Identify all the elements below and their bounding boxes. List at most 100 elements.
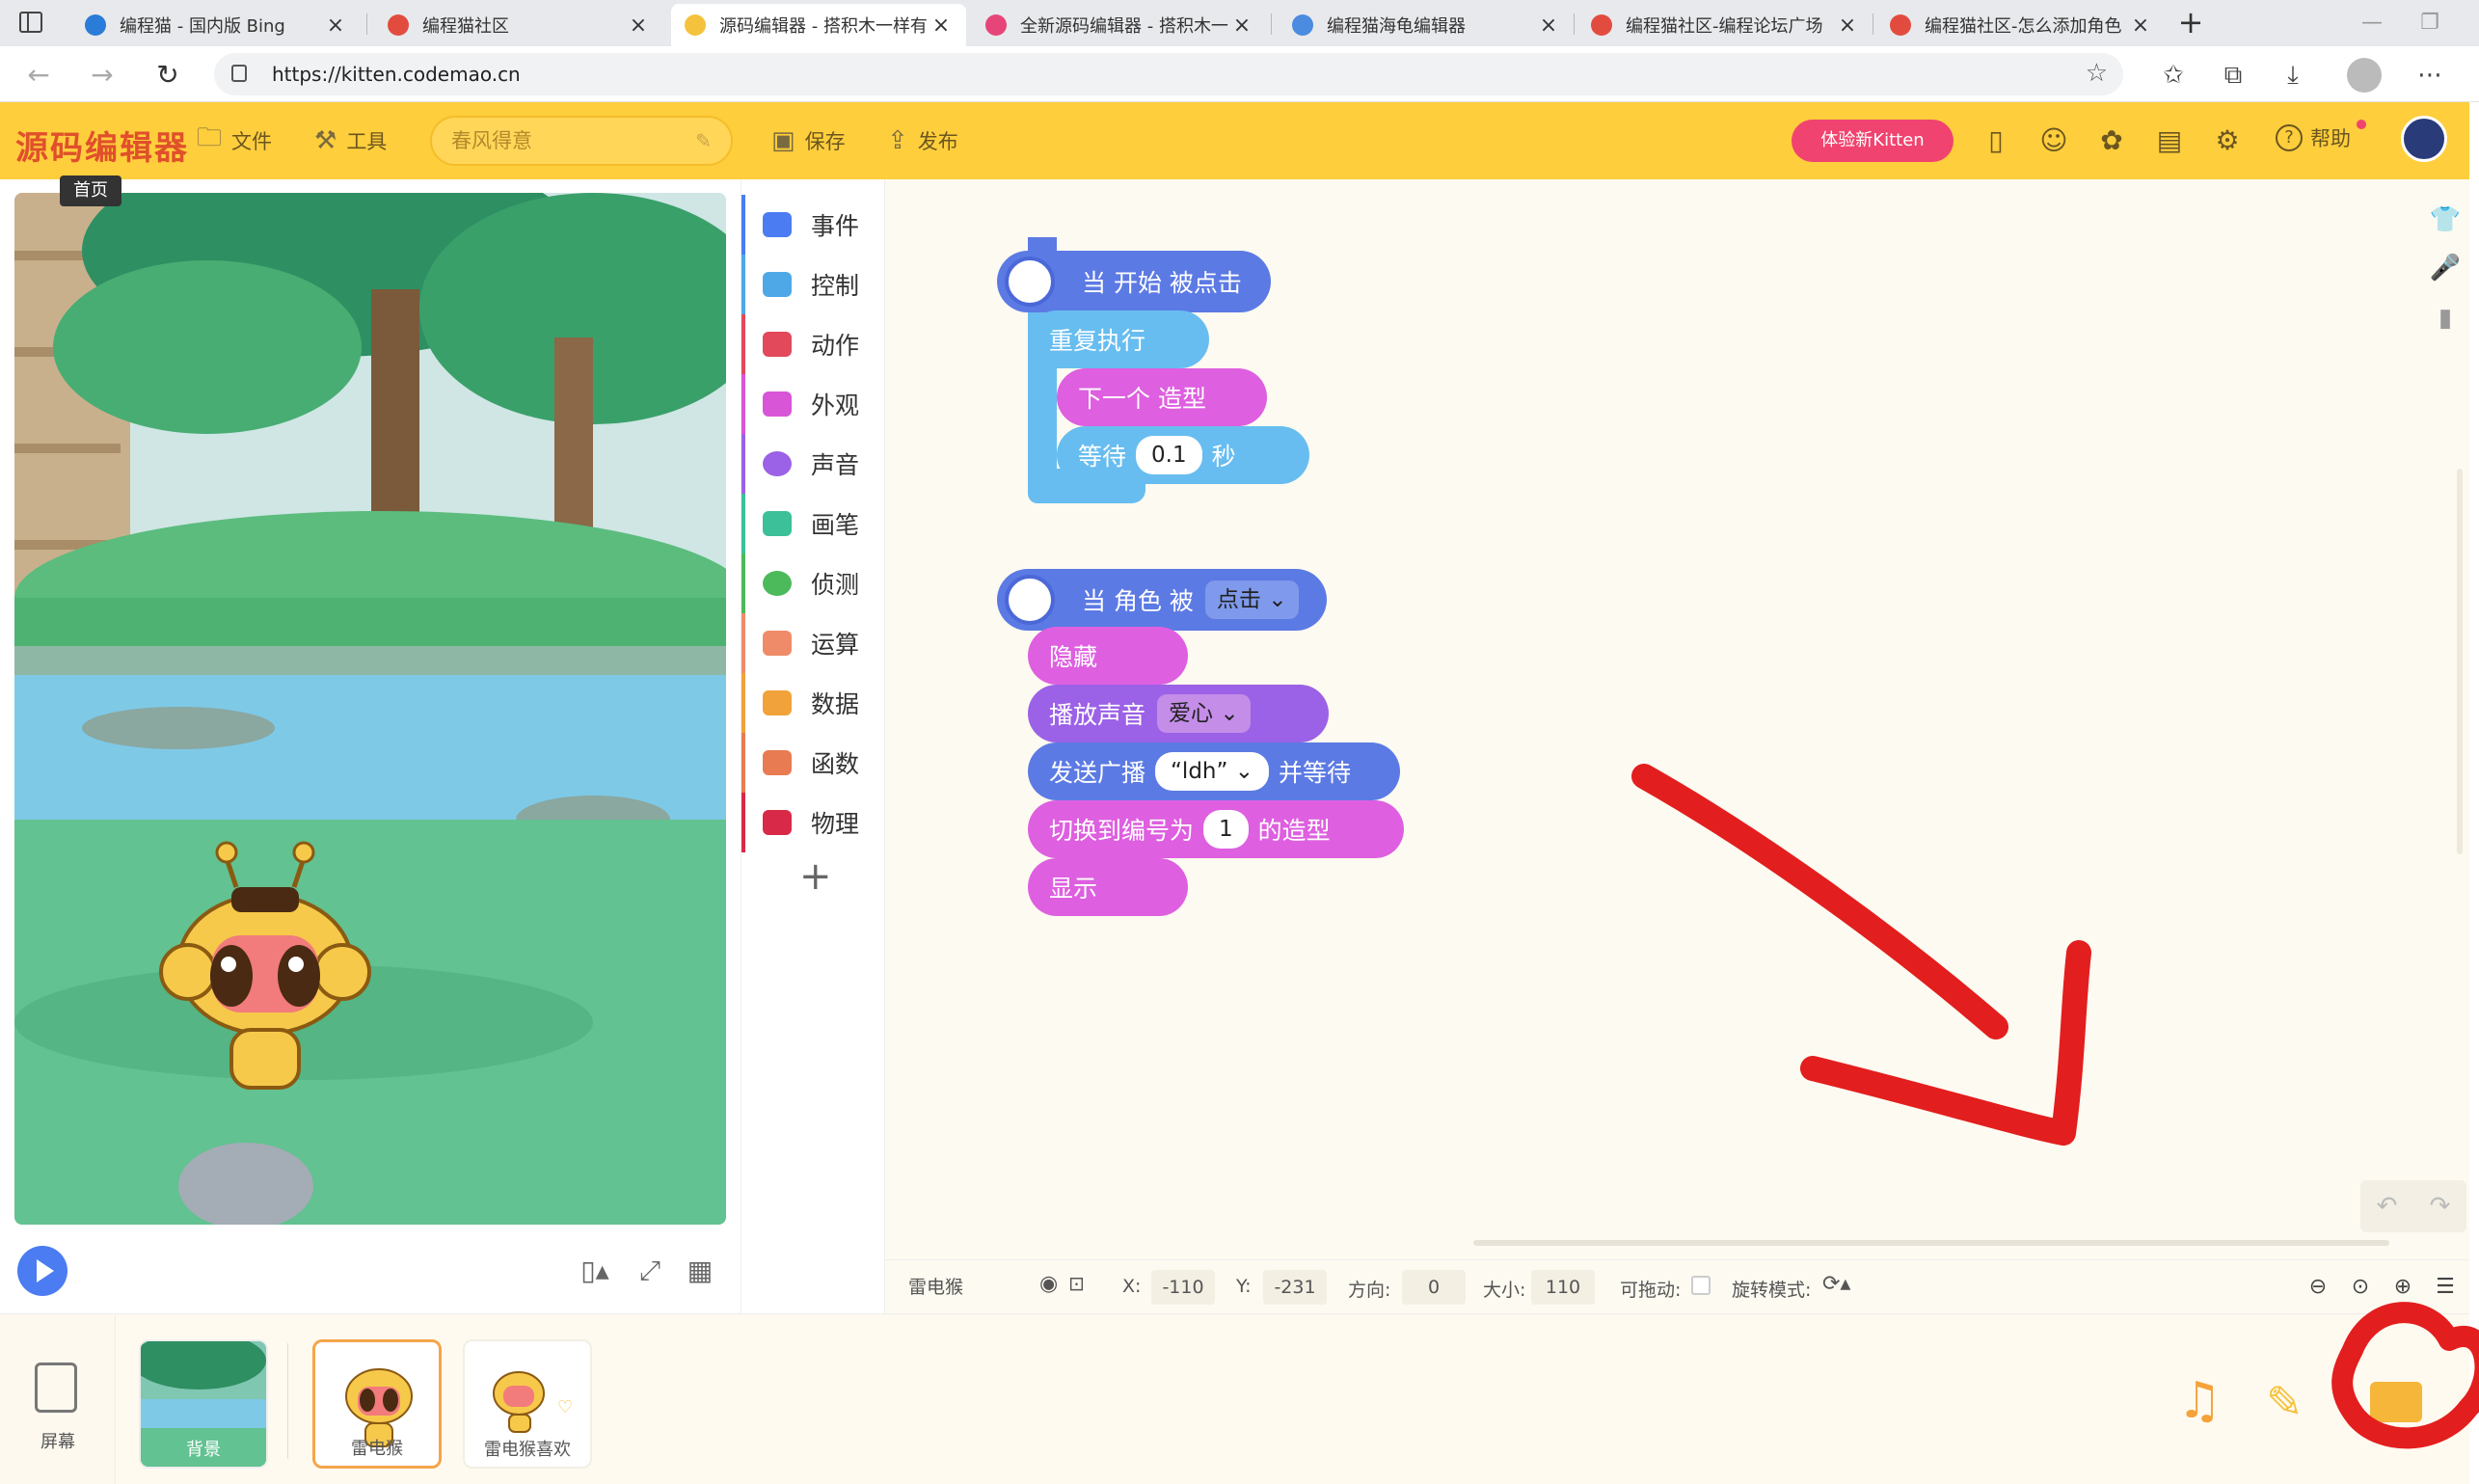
grid-icon[interactable]: ▦ <box>679 1250 721 1292</box>
browser-tab-active[interactable]: 源码编辑器 - 搭积木一样有 × <box>671 4 966 46</box>
refresh-icon[interactable]: ↻ <box>148 56 187 94</box>
profile-avatar[interactable] <box>2347 58 2382 93</box>
app-logo[interactable]: 源码编辑器 <box>15 121 189 169</box>
browser-tab[interactable]: 全新源码编辑器 - 搭积木一 × <box>972 4 1267 46</box>
zoom-reset-icon[interactable]: ⊙ <box>2345 1272 2376 1303</box>
tab-close-icon[interactable]: × <box>930 13 953 38</box>
next-costume-block[interactable]: 下一个 造型 <box>1057 368 1267 426</box>
horizontal-scrollbar[interactable] <box>1473 1240 2389 1246</box>
window-minimize-icon[interactable]: — <box>2343 6 2401 40</box>
more-menu-icon[interactable]: ⋯ <box>2412 58 2447 93</box>
browser-tab[interactable]: 编程猫海龟编辑器 × <box>1279 4 1574 46</box>
sprite-thumb-selected[interactable]: 雷电猴 <box>312 1339 442 1469</box>
switch-costume-block[interactable]: 切换到编号为 1 的造型 <box>1028 800 1404 858</box>
fullscreen-icon[interactable]: ⤢ <box>629 1250 671 1292</box>
unlock-icon[interactable]: ⊡ <box>1068 1272 1085 1295</box>
broadcast-and-wait-block[interactable]: 发送广播 “ldh” ⌄ 并等待 <box>1028 742 1400 800</box>
category-sensing[interactable]: 侦测 <box>741 553 886 613</box>
browser-tab[interactable]: 编程猫社区 × <box>374 4 663 46</box>
undo-icon[interactable]: ↶ <box>2377 1192 2398 1221</box>
stage-canvas[interactable] <box>14 193 726 1225</box>
favorite-star-icon[interactable]: ☆ <box>2086 59 2108 88</box>
play-sound-block[interactable]: 播放声音 爱心 ⌄ <box>1028 685 1329 742</box>
url-field[interactable]: https://kitten.codemao.cn ☆ <box>214 53 2123 95</box>
tab-close-icon[interactable]: × <box>1230 13 1253 38</box>
broadcast-message-dropdown[interactable]: “ldh” ⌄ <box>1155 752 1270 791</box>
redo-icon[interactable]: ↷ <box>2430 1192 2451 1221</box>
code-workspace[interactable]: 当 开始 被点击 重复执行 下一个 造型 等待 0.1 秒 当 角色 被 点击 … <box>885 179 2469 1259</box>
device-icon[interactable]: ▯ <box>1977 121 2015 160</box>
category-operators[interactable]: 运算 <box>741 613 886 673</box>
publish-button[interactable]: ⇪ 发布 <box>887 123 958 158</box>
tools-menu-button[interactable]: ⚒ 工具 <box>314 123 387 158</box>
costume-number-input[interactable]: 1 <box>1203 810 1249 849</box>
add-from-folder-icon[interactable] <box>2370 1382 2422 1422</box>
paint-pencil-icon[interactable]: ✎ <box>2266 1376 2304 1428</box>
category-looks[interactable]: 外观 <box>741 374 886 434</box>
window-restore-icon[interactable]: ❐ <box>2401 6 2459 40</box>
try-new-kitten-button[interactable]: 体验新Kitten <box>1792 120 1954 162</box>
hide-block[interactable]: 隐藏 <box>1028 627 1188 685</box>
draggable-checkbox[interactable] <box>1691 1276 1711 1295</box>
music-note-icon[interactable]: ♫ <box>2177 1372 2223 1430</box>
run-play-button[interactable] <box>17 1246 67 1296</box>
category-pen[interactable]: 画笔 <box>741 494 886 553</box>
show-block[interactable]: 显示 <box>1028 858 1188 916</box>
tab-close-icon[interactable]: × <box>1537 13 1560 38</box>
costume-tshirt-icon[interactable]: 👕 <box>2426 201 2465 239</box>
tab-close-icon[interactable]: × <box>324 13 347 38</box>
when-sprite-clicked-block[interactable]: 当 角色 被 点击 ⌄ <box>997 569 1327 631</box>
sprite-thumb[interactable]: ♡ 雷电猴喜欢 <box>463 1339 592 1469</box>
repeat-forever-block[interactable]: 重复执行 <box>1028 310 1209 368</box>
sprite-name-input[interactable]: 雷电猴 <box>899 1270 1043 1305</box>
when-start-clicked-block[interactable]: 当 开始 被点击 <box>997 251 1271 312</box>
screen-panel[interactable]: 屏幕 <box>0 1314 116 1484</box>
category-control[interactable]: 控制 <box>741 255 886 314</box>
zoom-in-icon[interactable]: ⊕ <box>2387 1272 2418 1303</box>
device-orientation-icon[interactable]: ▯▴ <box>567 1250 623 1292</box>
size-input[interactable]: 110 <box>1531 1270 1595 1305</box>
x-position-input[interactable]: -110 <box>1151 1270 1215 1305</box>
browser-tab[interactable]: 编程猫社区-怎么添加角色 × <box>1876 4 2166 46</box>
download-icon[interactable]: ⤓ <box>2276 58 2310 93</box>
tab-close-icon[interactable]: × <box>627 13 650 38</box>
forward-icon[interactable]: → <box>83 56 121 94</box>
click-event-dropdown[interactable]: 点击 ⌄ <box>1204 580 1299 619</box>
back-icon[interactable]: ← <box>19 56 58 94</box>
settings-gear-icon[interactable]: ⚙ <box>2208 121 2247 160</box>
variables-chart-icon[interactable]: ▮ <box>2426 299 2465 337</box>
backpack-icon[interactable]: ▤ <box>2150 121 2189 160</box>
file-menu-button[interactable]: 🗀 文件 <box>197 123 272 158</box>
wait-seconds-input[interactable]: 0.1 <box>1136 436 1202 474</box>
direction-input[interactable]: 0 <box>1402 1270 1466 1305</box>
y-position-input[interactable]: -231 <box>1263 1270 1327 1305</box>
favorites-icon[interactable]: ✩ <box>2156 58 2191 93</box>
category-functions[interactable]: 函数 <box>741 733 886 793</box>
browser-tab[interactable]: 编程猫社区-编程论坛广场 × <box>1577 4 1873 46</box>
vertical-scrollbar[interactable] <box>2457 469 2463 854</box>
sound-microphone-icon[interactable]: 🎤 <box>2426 249 2465 287</box>
community-icon[interactable]: ✿ <box>2092 121 2131 160</box>
collections-icon[interactable]: ⧉ <box>2216 58 2250 93</box>
project-name-input[interactable]: 春风得意 ✎ <box>430 116 733 166</box>
sprite-thumb-background[interactable]: 背景 <box>139 1339 268 1469</box>
rotation-mode-dropdown[interactable]: ⟳▴ <box>1822 1272 1850 1296</box>
wait-block[interactable]: 等待 0.1 秒 <box>1057 426 1309 484</box>
visibility-eye-icon[interactable]: ◉ <box>1039 1272 1058 1296</box>
category-physics[interactable]: 物理 <box>741 793 886 852</box>
tab-close-icon[interactable]: × <box>1836 13 1859 38</box>
browser-tab[interactable]: 编程猫 - 国内版 Bing × <box>71 4 361 46</box>
category-events[interactable]: 事件 <box>741 195 886 255</box>
help-button[interactable]: ? 帮助 <box>2276 123 2351 152</box>
add-extension-button[interactable]: + <box>799 854 832 899</box>
category-motion[interactable]: 动作 <box>741 314 886 374</box>
zoom-out-icon[interactable]: ⊖ <box>2303 1272 2333 1303</box>
sound-dropdown[interactable]: 爱心 ⌄ <box>1157 694 1251 733</box>
new-tab-button[interactable]: + <box>2171 4 2210 42</box>
cat-mascot-icon[interactable]: ☺ <box>2034 121 2073 160</box>
window-menu-icon[interactable] <box>19 12 42 33</box>
tab-close-icon[interactable]: × <box>2129 13 2152 38</box>
category-sound[interactable]: 声音 <box>741 434 886 494</box>
save-button[interactable]: ▣ 保存 <box>771 123 846 158</box>
category-data[interactable]: 数据 <box>741 673 886 733</box>
